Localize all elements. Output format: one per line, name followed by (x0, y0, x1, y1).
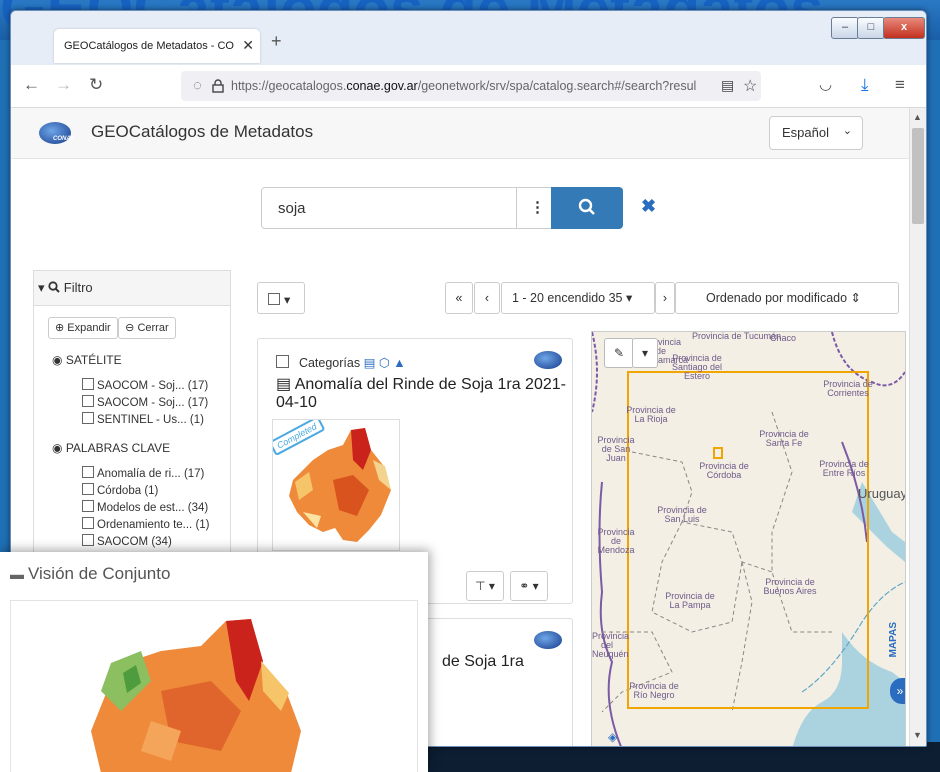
downloads-icon[interactable]: ⤓ (861, 75, 869, 95)
minimize-button[interactable]: – (831, 17, 859, 39)
map-label: Provincia de Santa Fe (759, 429, 809, 448)
pagination-dropdown[interactable]: 1 - 20 encendido 35 ▾ (501, 282, 655, 314)
tab-close-icon[interactable]: ✕ (242, 37, 254, 54)
draw-pencil-button[interactable]: ✎ (604, 338, 634, 368)
next-page-button[interactable]: › (655, 282, 675, 314)
pocket-icon[interactable]: ◡ (819, 75, 832, 93)
clear-search-icon[interactable]: ✖ (641, 196, 656, 217)
nav-bar: ← → ↻ ◌ https://geocatalogos.conae.gov.a… (11, 65, 926, 108)
language-value: Español (782, 125, 829, 140)
facet-item[interactable]: Ordenamiento te... (1) (82, 517, 210, 531)
lock-icon (212, 79, 224, 93)
facet-item[interactable]: SAOCOM (34) (82, 534, 172, 548)
expand-maps-button[interactable]: » (890, 678, 905, 704)
url-text: https://geocatalogos.conae.gov.ar/geonet… (231, 79, 696, 93)
conae-logo[interactable]: CONAE (39, 122, 75, 144)
conae-badge-icon (534, 631, 562, 649)
scroll-down-icon[interactable]: ▼ (913, 730, 922, 740)
address-bar[interactable]: ◌ https://geocatalogos.conae.gov.ar/geon… (181, 71, 761, 101)
search-input[interactable]: soja ⋮ (261, 187, 553, 229)
facet-item[interactable]: SAOCOM - Soj... (17) (82, 395, 208, 409)
new-tab-icon[interactable]: + (271, 31, 282, 52)
tab-strip: GEOCatálogos de Metadatos - CONAE ✕ + – … (11, 11, 926, 65)
search-button[interactable] (551, 187, 623, 229)
reload-icon[interactable]: ↻ (89, 75, 103, 95)
back-icon[interactable]: ← (23, 75, 40, 95)
map-label: Provincia de Córdoba (699, 461, 749, 480)
forward-icon[interactable]: → (55, 75, 72, 95)
sort-dropdown[interactable]: Ordenado por modificado ⇕ (675, 282, 899, 314)
site-title[interactable]: GEOCatálogos de Metadatos (91, 122, 313, 142)
card-title[interactable]: ▤ Anomalía del Rinde de Soja 1ra 2021-04… (276, 376, 566, 412)
facet-section-satelite[interactable]: ◉ SATÉLITE (52, 353, 122, 367)
facet-section-palabras-clave[interactable]: ◉ PALABRAS CLAVE (52, 441, 170, 455)
draw-options-button[interactable]: ▾ (632, 338, 658, 368)
shield-icon[interactable]: ◌ (193, 77, 202, 94)
links-button[interactable]: ⚭ ▾ (510, 571, 548, 601)
map-label: Provincia de Mendoza (597, 527, 635, 555)
facet-item[interactable]: Anomalía de ri... (17) (82, 466, 204, 480)
search-icon (578, 198, 595, 215)
maximize-button[interactable]: □ (857, 17, 885, 39)
tab-title: GEOCatálogos de Metadatos - CONAE (64, 40, 234, 52)
filter-search-icon (48, 281, 60, 293)
bookmark-star-icon[interactable]: ☆ (743, 76, 757, 96)
prev-page-button[interactable]: ‹ (474, 282, 500, 314)
scroll-up-icon[interactable]: ▲ (913, 112, 922, 122)
close-window-button[interactable]: x (883, 17, 925, 39)
card-categories: Categorías ▤ ⬡ ▲ (276, 355, 406, 370)
vertical-scrollbar[interactable]: ▲ ▼ (909, 108, 926, 746)
map-label: Provincia del Neuquén (592, 631, 630, 659)
collapse-button[interactable]: ⊖ Cerrar (118, 317, 176, 339)
select-all-dropdown[interactable]: ▾ (257, 282, 305, 314)
overview-panel: ▬ Visión de Conjunto (0, 552, 428, 772)
map-label: Provincia de La Rioja (626, 405, 676, 424)
facet-item[interactable]: SAOCOM - Soj... (17) (82, 378, 208, 392)
overview-map-thumbnail (91, 619, 301, 772)
search-query: soja (278, 200, 306, 217)
facet-item[interactable]: Córdoba (1) (82, 483, 158, 497)
map-label: Provincia de Entre Ríos (819, 459, 869, 478)
map-panel[interactable]: Provincia de Tucumán Chaco Provincia de … (591, 331, 906, 746)
filter-buttons: ⊕ Expandir ⊖ Cerrar (48, 317, 176, 339)
map-label: Provincia de San Luis (657, 505, 707, 524)
browser-tab[interactable]: GEOCatálogos de Metadatos - CONAE ✕ (54, 29, 260, 63)
map-label: Provincia de La Pampa (665, 591, 715, 610)
image-icon: ▬ (10, 566, 24, 582)
card-thumbnail[interactable]: Completed (272, 419, 400, 551)
search-divider (516, 188, 517, 228)
map-label: Provincia de Tucumán (692, 331, 782, 341)
menu-icon[interactable]: ≡ (895, 75, 905, 95)
map-label: Chaco (770, 333, 797, 343)
pin-button[interactable]: ⊤ ▾ (466, 571, 504, 601)
overview-title: Visión de Conjunto (28, 564, 171, 583)
map-label: Provincia de Corrientes (823, 379, 873, 398)
layers-icon[interactable]: ◈ (608, 730, 617, 744)
maps-side-label[interactable]: MAPAS (888, 622, 905, 657)
search-options-icon[interactable]: ⋮ (530, 198, 545, 216)
facet-item[interactable]: SENTINEL - Us... (1) (82, 412, 204, 426)
chevron-down-icon: ⌄ (842, 125, 852, 137)
expand-button[interactable]: ⊕ Expandir (48, 317, 118, 339)
facet-item[interactable]: Modelos de est... (34) (82, 500, 208, 514)
map-label: Provincia de Río Negro (629, 681, 679, 700)
filter-header[interactable]: ▾ Filtro (34, 271, 230, 306)
conae-badge-icon (534, 351, 562, 369)
overview-image[interactable] (10, 600, 418, 772)
map-label: Provincia de San Juan (597, 435, 635, 463)
first-page-button[interactable]: « (445, 282, 473, 314)
scrollbar-thumb[interactable] (912, 128, 924, 224)
site-header: CONAE GEOCatálogos de Metadatos Español … (11, 108, 909, 159)
language-select[interactable]: Español ⌄ (769, 116, 863, 150)
map-label: Uruguay (858, 486, 906, 501)
map-label: Provincia de Buenos Aires (763, 577, 817, 596)
reader-view-icon[interactable]: ▤ (721, 77, 734, 94)
